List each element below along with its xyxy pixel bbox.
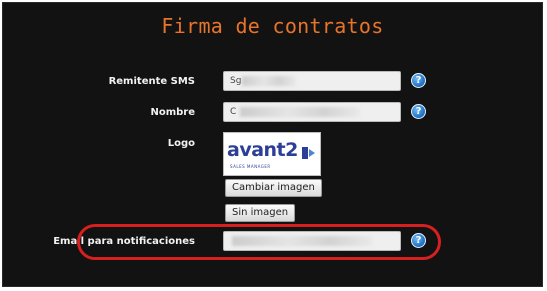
name-label: Nombre — [150, 107, 195, 118]
redacted-text — [240, 107, 360, 117]
change-image-button[interactable]: Cambiar imagen — [225, 179, 322, 197]
sender-sms-label: Remitente SMS — [108, 76, 195, 87]
name-input[interactable]: C — [223, 102, 401, 122]
highlight-annotation — [77, 224, 441, 260]
contract-signing-panel: Firma de contratos Remitente SMS Sg ? No… — [2, 2, 543, 287]
help-question-icon[interactable]: ? — [411, 104, 426, 119]
logo-label: Logo — [167, 138, 195, 149]
name-value: C — [230, 107, 237, 117]
redacted-text — [242, 76, 296, 86]
company-logo: avant2 SALES MANAGER — [223, 132, 321, 176]
no-image-button[interactable]: Sin imagen — [225, 204, 296, 222]
logo-subtext: SALES MANAGER — [230, 164, 271, 169]
help-question-icon[interactable]: ? — [411, 73, 426, 88]
logo-wordmark: avant2 — [227, 139, 298, 161]
logo-mark-icon — [302, 147, 315, 159]
sender-sms-input[interactable]: Sg — [223, 71, 401, 91]
page-title: Firma de contratos — [161, 14, 384, 38]
sender-sms-value: Sg — [230, 76, 242, 86]
